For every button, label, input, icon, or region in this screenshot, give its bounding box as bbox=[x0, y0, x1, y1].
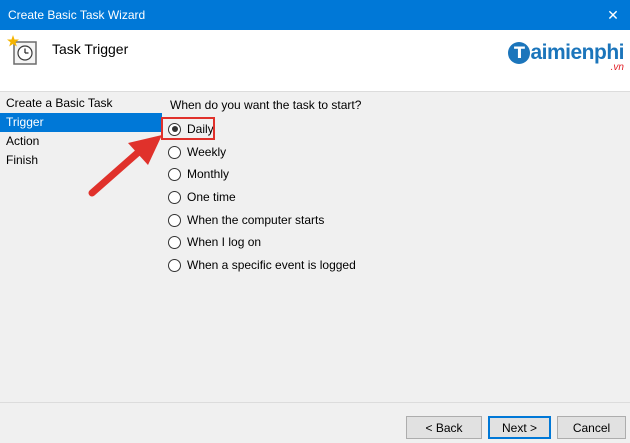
radio-label[interactable]: When I log on bbox=[187, 235, 261, 249]
step-create-basic-task[interactable]: Create a Basic Task bbox=[0, 94, 162, 113]
radio-monthly[interactable]: Monthly bbox=[168, 165, 229, 183]
next-button[interactable]: Next > bbox=[488, 416, 551, 439]
window-title: Create Basic Task Wizard bbox=[8, 8, 146, 22]
radio-event-logged[interactable]: When a specific event is logged bbox=[168, 256, 356, 274]
radio-button[interactable] bbox=[168, 213, 181, 227]
page-heading: Task Trigger bbox=[52, 41, 129, 57]
radio-label[interactable]: When the computer starts bbox=[187, 213, 324, 227]
radio-computer-starts[interactable]: When the computer starts bbox=[168, 211, 324, 229]
title-bar: Create Basic Task Wizard ✕ bbox=[0, 0, 630, 30]
radio-label[interactable]: One time bbox=[187, 190, 236, 204]
radio-button[interactable] bbox=[168, 258, 181, 272]
watermark-mark: T bbox=[508, 42, 531, 64]
radio-one-time[interactable]: One time bbox=[168, 188, 236, 206]
question-label: When do you want the task to start? bbox=[170, 98, 362, 112]
back-button[interactable]: < Back bbox=[406, 416, 482, 439]
radio-button[interactable] bbox=[168, 190, 181, 204]
trigger-panel: When do you want the task to start? Dail… bbox=[164, 92, 630, 402]
annotation-highlight-box bbox=[161, 117, 215, 140]
close-button[interactable]: ✕ bbox=[596, 0, 630, 30]
radio-label[interactable]: Weekly bbox=[187, 145, 226, 159]
annotation-arrow-icon bbox=[88, 135, 162, 197]
watermark-suffix: .vn bbox=[610, 62, 624, 73]
radio-button[interactable] bbox=[168, 145, 181, 159]
step-trigger[interactable]: Trigger bbox=[0, 113, 162, 132]
wizard-footer: < Back Next > Cancel bbox=[0, 402, 630, 443]
task-scheduler-clock-icon bbox=[7, 35, 37, 65]
radio-log-on[interactable]: When I log on bbox=[168, 233, 261, 251]
radio-button[interactable] bbox=[168, 167, 181, 181]
radio-label[interactable]: When a specific event is logged bbox=[187, 258, 356, 272]
watermark-logo: T aimienphi .vn bbox=[508, 40, 624, 73]
radio-button[interactable] bbox=[168, 235, 181, 249]
radio-label[interactable]: Monthly bbox=[187, 167, 229, 181]
cancel-button[interactable]: Cancel bbox=[557, 416, 626, 439]
radio-weekly[interactable]: Weekly bbox=[168, 143, 226, 161]
